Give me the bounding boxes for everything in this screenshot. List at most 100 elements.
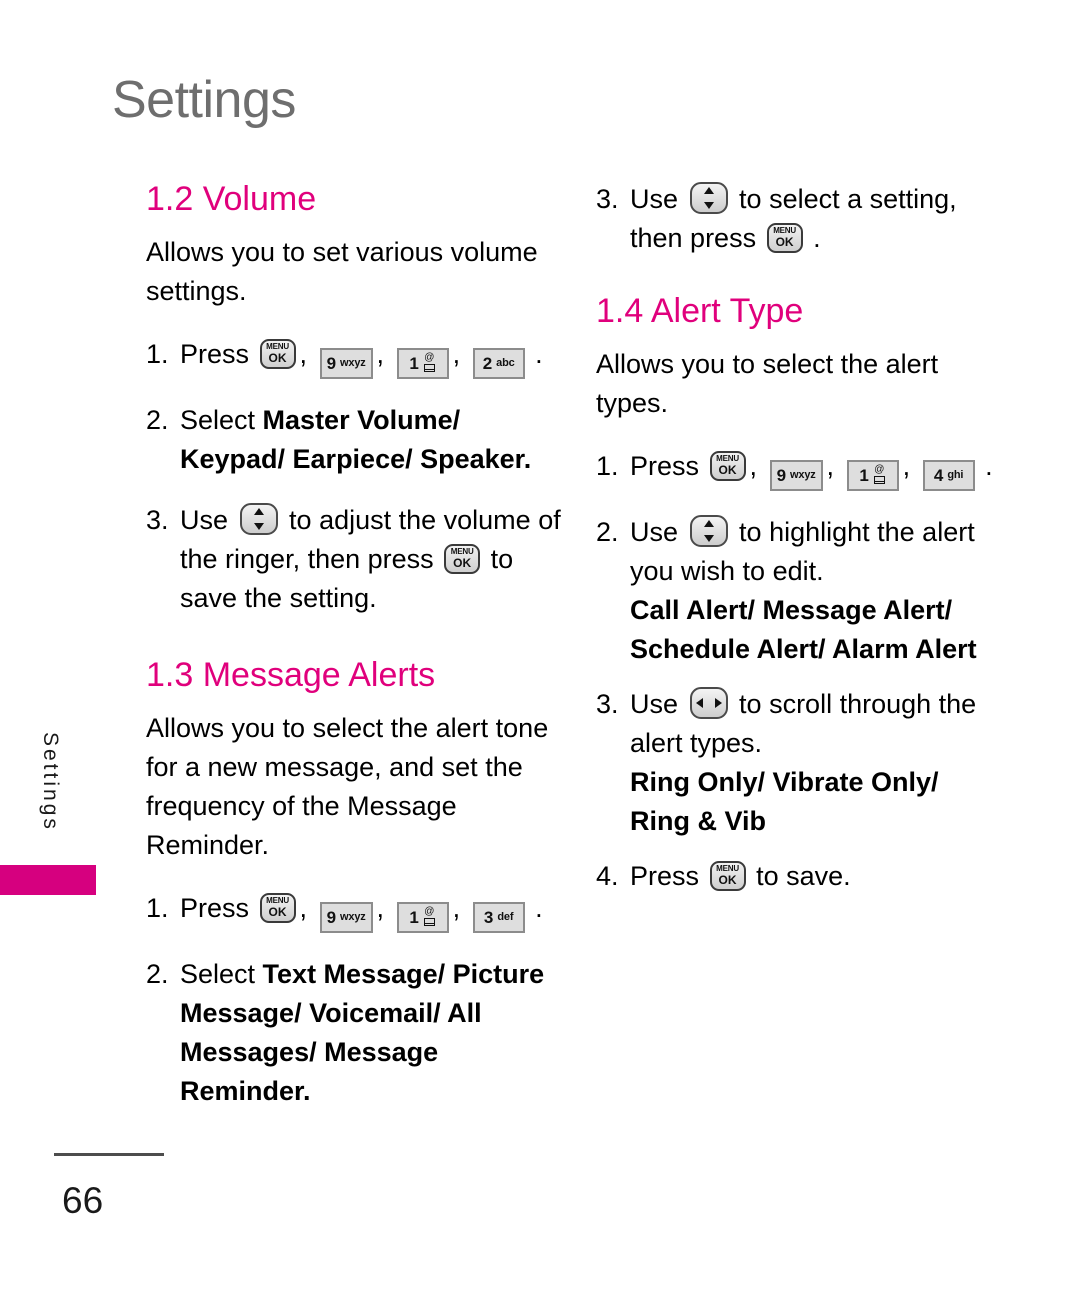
step-tail-text: .	[303, 1076, 311, 1107]
envelope-icon	[873, 475, 885, 484]
step-number: 1.	[146, 339, 169, 370]
step-tail-text: .	[535, 339, 543, 370]
menu-ok-key-icon: MENU OK	[259, 339, 296, 370]
step-lead-text: Select	[180, 959, 263, 990]
at-envelope-icon: @	[423, 905, 436, 928]
menu-ok-key-icon: MENU OK	[709, 861, 746, 892]
triangle-up-icon	[703, 520, 714, 528]
step-number: 3.	[596, 184, 619, 214]
menu-ok-key-line2: OK	[718, 873, 737, 888]
section-heading-volume: 1.2 Volume	[146, 180, 317, 218]
nav-up-down-key-icon	[239, 503, 278, 536]
side-tab-accent-bar	[0, 865, 96, 895]
step-tail-text: to save.	[756, 861, 851, 892]
keypad-3-key-icon: 3 def	[472, 902, 525, 934]
ring-option-line-1: Ring Only/ Vibrate Only/	[630, 767, 939, 798]
step-number: 3.	[146, 505, 169, 536]
keypad-digit: 9	[326, 908, 337, 928]
step-lead-text: Use	[630, 184, 686, 214]
alert-type-step-3: 3. Use to scroll through the alert types…	[596, 685, 1016, 841]
keypad-9-key-icon: 9 wxyz	[319, 902, 373, 934]
right-column: 3. Use to select a setting, then press M…	[596, 180, 1016, 918]
step-number: 3.	[596, 689, 619, 720]
volume-intro-text: Allows you to set various volume setting…	[146, 237, 538, 307]
ring-option-line-2: Ring & Vib	[630, 806, 767, 837]
menu-ok-key-line2: OK	[775, 235, 794, 249]
step-lead-text: Use	[630, 689, 686, 720]
manual-page: Settings Settings 1.2 Volume Allows you …	[0, 0, 1080, 1295]
keypad-1-key-icon: 1 @	[396, 902, 449, 934]
menu-ok-key-line2: OK	[268, 905, 287, 920]
message-alerts-step-1: 1. Press MENU OK , 9 wxyz , 1 @ , 3 def …	[146, 889, 566, 934]
volume-option-line-2-text: Keypad/ Earpiece/ Speaker	[180, 444, 524, 475]
at-envelope-icon: @	[873, 463, 886, 486]
nav-left-right-key-icon	[689, 687, 728, 720]
keypad-letters: wxyz	[340, 911, 366, 924]
step-tail-text: .	[535, 893, 543, 924]
step-lead-text: Select	[180, 405, 263, 436]
side-tab-label: Settings	[39, 732, 62, 832]
keypad-digit: 1	[409, 908, 419, 928]
step-lead-text: Press	[180, 339, 250, 370]
volume-option-line-2: Keypad/ Earpiece/ Speaker.	[180, 440, 566, 479]
triangle-down-icon	[703, 535, 714, 543]
page-title: Settings	[112, 71, 296, 129]
at-symbol: @	[874, 463, 885, 475]
section-heading-message-alerts: 1.3 Message Alerts	[146, 656, 436, 695]
step-number: 1.	[146, 893, 169, 924]
menu-ok-key-icon: MENU OK	[259, 893, 296, 924]
step-number: 1.	[596, 451, 619, 482]
keypad-digit: 2	[482, 354, 493, 374]
message-option-line-4-text: Reminder	[180, 1076, 304, 1107]
volume-step-3: 3. Use to adjust the volume of the ringe…	[146, 501, 566, 618]
envelope-icon	[423, 917, 435, 926]
section-heading-alert-type: 1.4 Alert Type	[596, 292, 804, 330]
menu-ok-key-line1: MENU	[266, 896, 289, 906]
triangle-down-icon	[253, 523, 264, 531]
triangle-up-icon	[253, 508, 264, 516]
envelope-icon	[423, 363, 435, 372]
at-symbol: @	[424, 351, 435, 363]
at-symbol: @	[424, 905, 435, 917]
volume-option-line-1: Master Volume/	[262, 405, 461, 436]
message-alerts-intro-text: Allows you to select the alert tone for …	[146, 713, 549, 861]
keypad-digit: 3	[483, 908, 494, 928]
menu-ok-key-icon: MENU OK	[766, 223, 803, 253]
alert-option-line-2: Schedule Alert/ Alarm Alert	[630, 634, 977, 665]
step-lead-text: Press	[180, 893, 250, 924]
message-option-line-4: Reminder.	[180, 1072, 566, 1111]
triangle-up-icon	[703, 187, 714, 194]
alert-type-step-4: 4. Press MENU OK to save.	[596, 857, 1016, 896]
alert-type-step-2: 2. Use to highlight the alert you wish t…	[596, 513, 1016, 669]
keypad-9-key-icon: 9 wxyz	[319, 348, 373, 380]
alert-type-intro-text: Allows you to select the alert types.	[596, 349, 939, 419]
alert-type-step-1: 1. Press MENU OK , 9 wxyz , 1 @ , 4 ghi …	[596, 447, 1016, 492]
keypad-letters: ghi	[947, 469, 964, 482]
keypad-1-key-icon: 1 @	[396, 348, 449, 380]
step-lead-text: Press	[630, 451, 700, 482]
page-number: 66	[62, 1180, 104, 1221]
keypad-digit: 1	[859, 466, 869, 486]
keypad-letters: wxyz	[340, 357, 366, 370]
keypad-digit: 9	[326, 354, 337, 374]
at-envelope-icon: @	[423, 351, 436, 374]
step-tail-text: .	[813, 223, 821, 253]
menu-ok-key-icon: MENU OK	[709, 451, 746, 482]
menu-ok-key-line2: OK	[718, 463, 737, 478]
left-column: 1.2 Volume Allows you to set various vol…	[146, 180, 566, 1133]
step-lead-text: Use	[630, 517, 686, 548]
step-number: 2.	[596, 517, 619, 548]
step-number: 4.	[596, 861, 619, 892]
triangle-right-icon	[714, 698, 722, 709]
message-alerts-step-2: 2. Select Text Message/ Picture Message/…	[146, 955, 566, 1111]
keypad-digit: 1	[409, 354, 419, 374]
keypad-letters: abc	[496, 357, 515, 370]
menu-ok-key-line1: MENU	[716, 454, 739, 464]
nav-up-down-key-icon	[689, 182, 728, 214]
keypad-digit: 4	[933, 466, 944, 486]
keypad-letters: def	[497, 911, 514, 924]
keypad-1-key-icon: 1 @	[846, 460, 899, 492]
step-tail-text: .	[523, 444, 532, 475]
keypad-digit: 9	[776, 466, 787, 486]
message-option-line-3: Messages/ Message	[180, 1037, 439, 1068]
